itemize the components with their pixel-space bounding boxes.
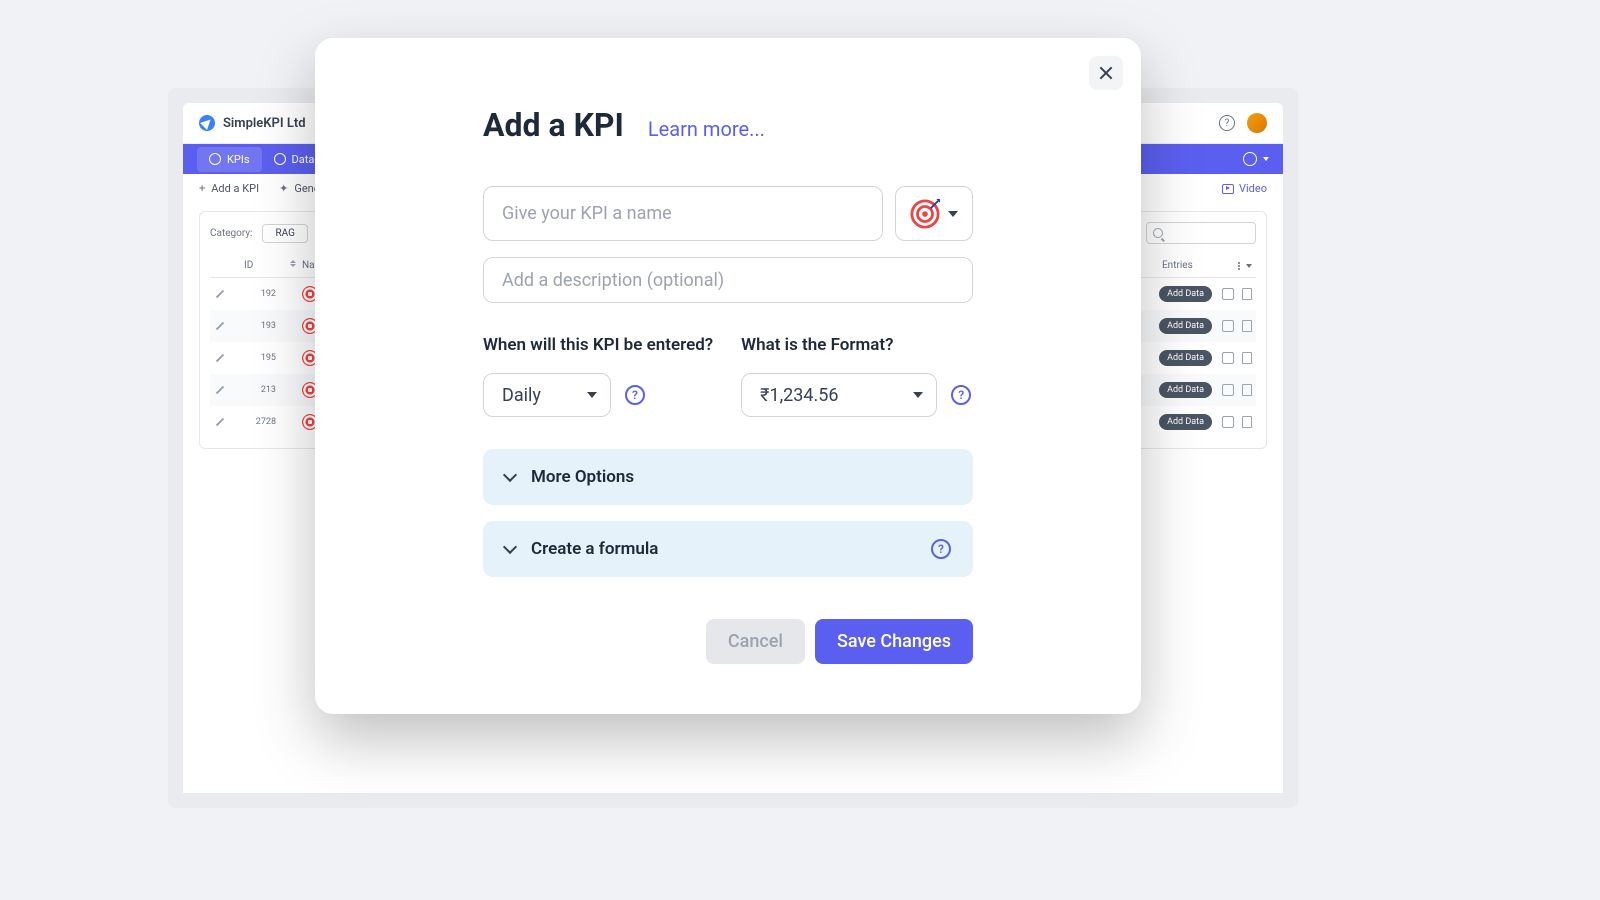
more-options-label: More Options: [531, 467, 634, 487]
edit-icon[interactable]: [214, 288, 226, 300]
target-icon: [910, 199, 940, 229]
search-icon: [1153, 228, 1163, 238]
column-entries[interactable]: Entries: [1162, 260, 1212, 271]
edit-icon[interactable]: [214, 384, 226, 396]
generate-button[interactable]: ✦ Gene: [279, 182, 319, 195]
row-id: 213: [244, 385, 284, 395]
data-icon: [274, 153, 286, 165]
delete-icon[interactable]: [1242, 384, 1252, 396]
more-options-icon[interactable]: [1238, 262, 1240, 270]
plus-icon: +: [199, 182, 205, 195]
column-id[interactable]: ID: [244, 260, 284, 271]
row-checkbox[interactable]: [1222, 416, 1234, 428]
row-checkbox[interactable]: [1222, 288, 1234, 300]
close-button[interactable]: [1089, 56, 1123, 90]
edit-icon[interactable]: [214, 320, 226, 332]
save-button[interactable]: Save Changes: [815, 619, 973, 664]
edit-icon[interactable]: [214, 416, 226, 428]
delete-icon[interactable]: [1242, 416, 1252, 428]
description-input[interactable]: [483, 257, 973, 303]
add-kpi-button[interactable]: + Add a KPI: [199, 182, 259, 195]
category-filter-label: Category:: [210, 228, 252, 239]
add-data-button[interactable]: Add Data: [1159, 382, 1212, 398]
app-title: SimpleKPI Ltd: [223, 116, 306, 131]
help-icon[interactable]: ?: [1219, 115, 1235, 131]
frequency-select[interactable]: Daily: [483, 373, 611, 417]
delete-icon[interactable]: [1242, 288, 1252, 300]
sort-icon[interactable]: [284, 260, 302, 267]
category-filter-value[interactable]: RAG: [262, 224, 307, 243]
cancel-button[interactable]: Cancel: [706, 619, 805, 664]
nav-label-data: Data: [292, 153, 315, 166]
settings-icon[interactable]: [1243, 152, 1257, 166]
nav-tab-kpis[interactable]: KPIs: [197, 147, 262, 172]
add-data-button[interactable]: Add Data: [1159, 286, 1212, 302]
row-id: 193: [244, 321, 284, 331]
row-checkbox[interactable]: [1222, 320, 1234, 332]
kpi-name-input[interactable]: [483, 186, 883, 241]
video-link[interactable]: Video: [1222, 182, 1267, 195]
row-checkbox[interactable]: [1222, 352, 1234, 364]
delete-icon[interactable]: [1242, 320, 1252, 332]
chevron-down-icon: [503, 540, 517, 554]
kpis-icon: [209, 153, 221, 165]
close-icon: [1098, 65, 1114, 81]
edit-icon[interactable]: [214, 352, 226, 364]
add-data-button[interactable]: Add Data: [1159, 350, 1212, 366]
chevron-down-icon: [1263, 157, 1269, 161]
nav-label-kpis: KPIs: [227, 153, 250, 166]
app-logo-icon: [199, 115, 215, 131]
search-input[interactable]: [1146, 222, 1256, 244]
learn-more-link[interactable]: Learn more...: [648, 117, 765, 141]
more-options-accordion[interactable]: More Options: [483, 449, 973, 505]
frequency-label: When will this KPI be entered?: [483, 335, 713, 355]
chevron-down-icon: [948, 211, 958, 217]
chevron-down-icon[interactable]: [1246, 264, 1252, 268]
add-data-button[interactable]: Add Data: [1159, 414, 1212, 430]
add-data-button[interactable]: Add Data: [1159, 318, 1212, 334]
row-id: 195: [244, 353, 284, 363]
format-select[interactable]: ₹1,234.56: [741, 373, 937, 417]
video-icon: [1222, 184, 1234, 194]
formula-help-icon[interactable]: ?: [931, 539, 951, 559]
row-checkbox[interactable]: [1222, 384, 1234, 396]
chevron-down-icon: [503, 468, 517, 482]
video-label: Video: [1239, 182, 1267, 195]
create-formula-accordion[interactable]: Create a formula ?: [483, 521, 973, 577]
add-kpi-modal: Add a KPI Learn more... When will this K…: [315, 38, 1141, 714]
create-formula-label: Create a formula: [531, 539, 658, 559]
add-kpi-label: Add a KPI: [211, 182, 259, 195]
row-id: 192: [244, 289, 284, 299]
frequency-help-icon[interactable]: ?: [625, 385, 645, 405]
avatar[interactable]: [1247, 113, 1267, 133]
format-label: What is the Format?: [741, 335, 971, 355]
delete-icon[interactable]: [1242, 352, 1252, 364]
modal-title: Add a KPI: [483, 106, 624, 144]
row-id: 2728: [244, 417, 284, 427]
format-help-icon[interactable]: ?: [951, 385, 971, 405]
icon-picker[interactable]: [895, 186, 973, 241]
sparkle-icon: ✦: [279, 182, 288, 195]
